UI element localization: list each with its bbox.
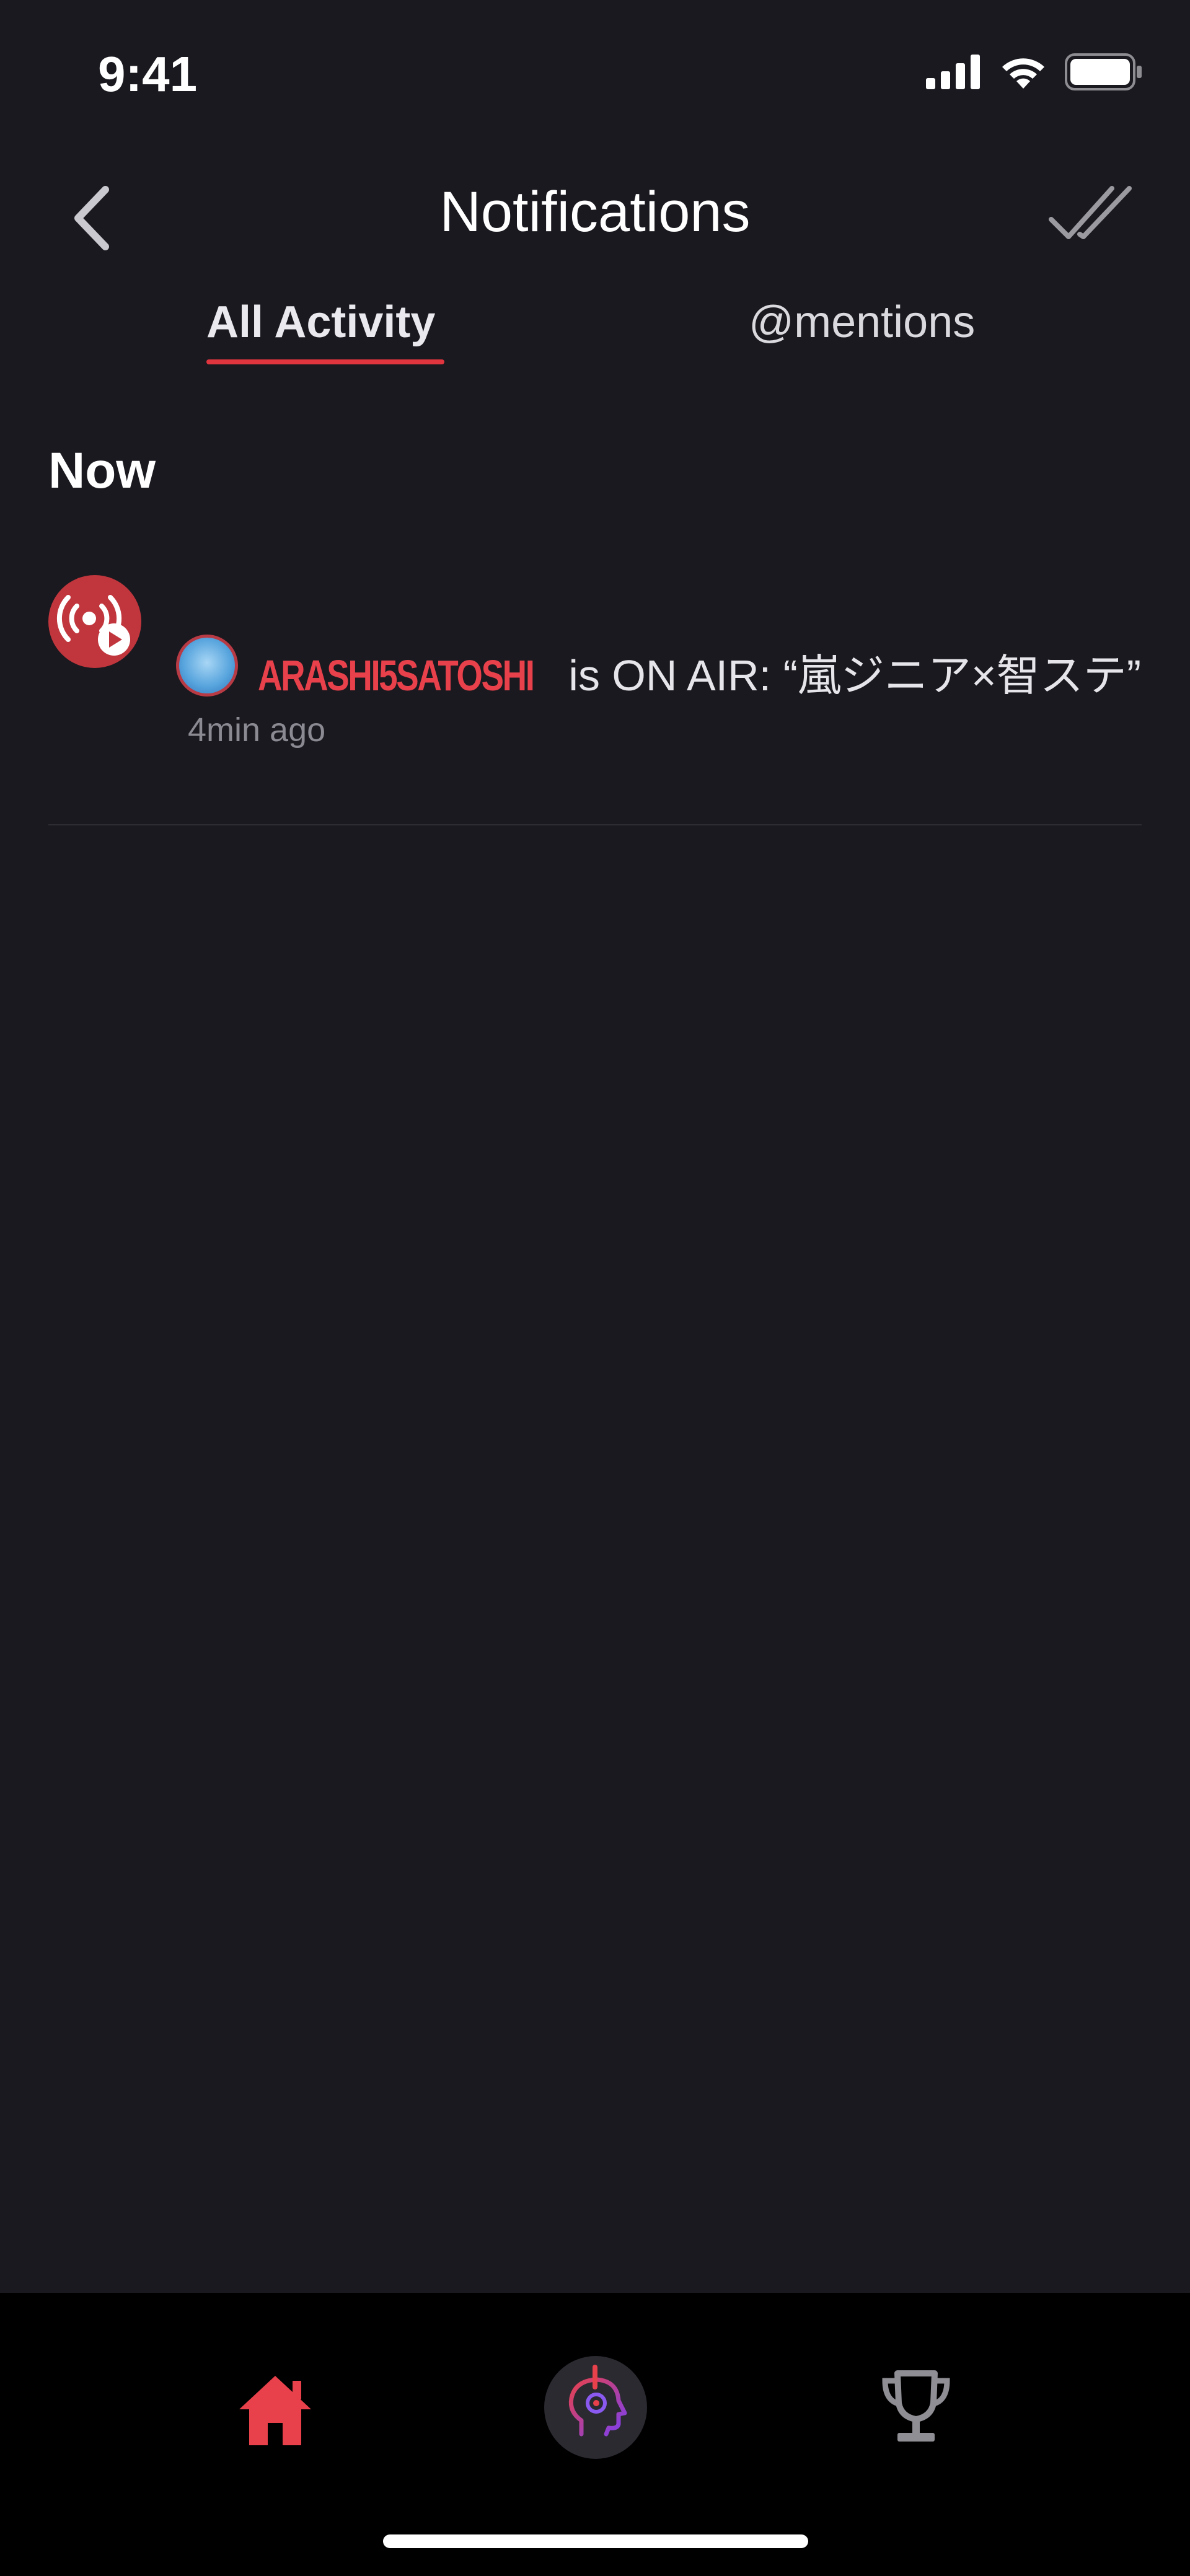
active-tab-indicator [206,359,444,364]
live-broadcast-icon [48,575,141,668]
section-title-now: Now [48,442,156,499]
status-time: 9:41 [98,46,198,102]
home-icon [239,2376,311,2445]
trophy-icon [882,2370,950,2442]
home-indicator[interactable] [383,2534,808,2548]
nav-listen-button[interactable] [544,2356,647,2459]
nav-trophy-button[interactable] [879,2368,953,2449]
battery-icon [1065,53,1142,90]
divider [48,824,1142,825]
user-avatar[interactable] [176,635,238,697]
notification-username[interactable]: ARASHI5SATOSHI [258,644,535,706]
nav-home-button[interactable] [237,2373,314,2448]
mark-all-read-button[interactable] [1047,180,1134,248]
tab-mentions[interactable]: @mentions [749,291,975,353]
notification-message: is ON AIR: “嵐ジニア×智ステ” [556,651,1142,700]
signal-icon [926,55,980,89]
listener-head-icon [568,2365,627,2437]
double-check-icon [1049,186,1132,239]
status-icons [926,53,1143,90]
page-title: Notifications [439,180,751,244]
tab-all-activity[interactable]: All Activity [206,291,435,353]
notification-time: 4min ago [188,711,326,749]
notification-item[interactable]: ARASHI5SATOSHI is ON AIR: “嵐ジニア×智ステ” 4mi… [48,570,1142,824]
notification-text: ARASHI5SATOSHI is ON AIR: “嵐ジニア×智ステ” [258,644,1141,706]
wifi-icon [1002,58,1044,89]
